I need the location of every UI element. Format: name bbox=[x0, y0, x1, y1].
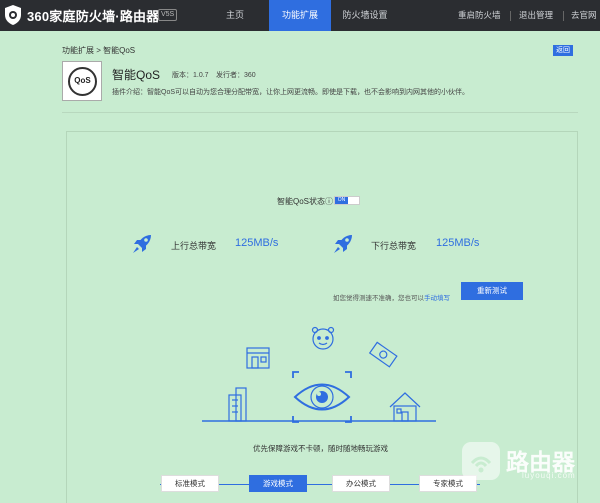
version-badge: V5S bbox=[158, 9, 178, 21]
download-label: 下行总带宽 bbox=[371, 241, 417, 251]
house-icon bbox=[389, 392, 421, 422]
qos-status-label: 智能QoS状态ⓘ bbox=[277, 196, 333, 207]
separator bbox=[563, 11, 564, 21]
toggle-on-label: ON bbox=[335, 197, 348, 204]
building-icon bbox=[228, 387, 247, 422]
breadcrumb: 功能扩展 > 智能QoS bbox=[62, 46, 136, 55]
game-mode-illustration bbox=[202, 326, 436, 423]
app-title: 智能QoS bbox=[112, 68, 161, 82]
logout-link[interactable]: 退出管理 bbox=[519, 0, 553, 31]
nav-home[interactable]: 主页 bbox=[212, 0, 258, 31]
back-button[interactable]: 返回 bbox=[553, 45, 573, 56]
speed-hint: 如您觉得测速不准确，您也可以手动填写 bbox=[333, 292, 450, 302]
qos-icon: QoS bbox=[68, 67, 97, 96]
app-icon: QoS bbox=[62, 61, 102, 101]
restart-firewall-link[interactable]: 重启防火墙 bbox=[458, 0, 501, 31]
mode-caption: 优先保障游戏不卡顿，随时随地畅玩游戏 bbox=[253, 444, 388, 453]
router-logo-icon bbox=[462, 442, 500, 480]
manual-input-link[interactable]: 手动填写 bbox=[424, 295, 450, 302]
watermark-subtext: luyouqi.com bbox=[522, 471, 576, 480]
qos-toggle[interactable]: ON bbox=[334, 196, 360, 205]
mode-game-button[interactable]: 游戏模式 bbox=[249, 475, 307, 492]
shop-icon bbox=[246, 347, 270, 369]
rocket-icon bbox=[133, 235, 151, 253]
top-bar: 360家庭防火墙·路由器 V5S 主页 功能扩展 防火墙设置 重启防火墙 退出管… bbox=[0, 0, 600, 31]
mode-standard-button[interactable]: 标准模式 bbox=[161, 475, 219, 492]
separator bbox=[510, 11, 511, 21]
brand-title: 360家庭防火墙·路由器 bbox=[27, 9, 160, 24]
nav-extensions[interactable]: 功能扩展 bbox=[269, 0, 331, 31]
money-icon bbox=[368, 341, 398, 368]
app-publisher: 发行者：360 bbox=[216, 72, 256, 79]
rocket-icon bbox=[334, 235, 352, 253]
help-icon[interactable]: ⓘ bbox=[325, 197, 333, 206]
eye-icon bbox=[292, 371, 352, 423]
divider bbox=[62, 112, 578, 113]
app-version: 版本：1.0.7 bbox=[172, 72, 209, 79]
upload-value: 125MB/s bbox=[235, 237, 279, 249]
upload-label: 上行总带宽 bbox=[171, 241, 217, 251]
website-link[interactable]: 去官网 bbox=[571, 0, 597, 31]
download-value: 125MB/s bbox=[436, 237, 480, 249]
nav-firewall-settings[interactable]: 防火墙设置 bbox=[334, 0, 396, 31]
app-description: 插件介绍：智能QoS可以自动为您合理分配带宽，让你上网更流畅。即使是下载，也不会… bbox=[112, 89, 470, 96]
watermark: 路由器 luyouqi.com bbox=[460, 437, 600, 497]
speed-hint-text: 如您觉得测速不准确，您也可以 bbox=[333, 295, 424, 302]
shield-logo-icon bbox=[5, 5, 21, 25]
mode-office-button[interactable]: 办公模式 bbox=[332, 475, 390, 492]
retest-button[interactable]: 重新测试 bbox=[461, 282, 523, 300]
face-icon bbox=[311, 326, 335, 350]
qos-status-text: 智能QoS状态 bbox=[277, 197, 326, 206]
